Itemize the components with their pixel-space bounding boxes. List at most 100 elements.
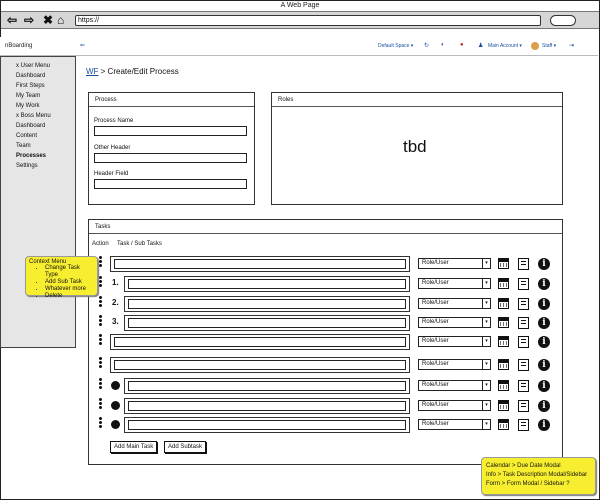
form-icon[interactable]	[518, 400, 529, 412]
sidebar-item[interactable]: Team	[16, 143, 31, 149]
role-user-select[interactable]: Role/User ▾	[418, 278, 491, 289]
task-name-input[interactable]	[114, 259, 406, 269]
legend-line: Info > Task Description Modal/Sidebar	[486, 472, 588, 478]
account-selector[interactable]: Main Account ▾	[488, 43, 522, 49]
info-icon[interactable]: i	[538, 278, 550, 290]
column-header-tasks: Task / Sub Tasks	[117, 241, 162, 247]
sidebar-item[interactable]: Content	[16, 133, 37, 139]
form-icon[interactable]	[518, 298, 529, 310]
menu-toggle-icon[interactable]: ⇐	[80, 42, 85, 49]
drag-handle-icon[interactable]	[99, 357, 103, 369]
account-icon[interactable]: ♟	[478, 42, 483, 49]
role-user-select[interactable]: Role/User ▾	[418, 317, 491, 328]
context-menu-item: Delete	[45, 293, 94, 300]
drag-handle-icon[interactable]	[99, 378, 103, 390]
add-main-task-button[interactable]: Add Main Task	[110, 441, 158, 453]
chevron-down-icon: ▾	[482, 299, 490, 308]
role-user-select[interactable]: Role/User ▾	[418, 380, 491, 391]
form-icon[interactable]	[518, 419, 529, 431]
sidebar-item[interactable]: My Work	[16, 103, 40, 109]
role-user-select[interactable]: Role/User ▾	[418, 258, 491, 269]
calendar-icon[interactable]	[498, 336, 509, 347]
task-name-input[interactable]	[128, 381, 406, 391]
form-icon[interactable]	[518, 258, 529, 270]
calendar-icon[interactable]	[498, 278, 509, 289]
drag-handle-icon[interactable]	[99, 334, 103, 346]
home-icon[interactable]: ⌂	[57, 13, 64, 27]
notification-icon[interactable]: ●	[460, 42, 464, 48]
sidebar-item[interactable]: Processes	[16, 153, 46, 159]
role-user-select-value: Role/User	[422, 382, 449, 388]
header-field-input[interactable]	[94, 179, 247, 189]
task-name-input[interactable]	[128, 279, 406, 289]
task-name-input[interactable]	[114, 337, 406, 347]
form-icon[interactable]	[518, 317, 529, 329]
sidebar-item[interactable]: Dashboard	[16, 73, 45, 79]
bullet-icon	[111, 381, 120, 390]
add-subtask-button[interactable]: Add Subtask	[164, 441, 207, 453]
form-icon[interactable]	[518, 336, 529, 348]
drag-handle-icon[interactable]	[99, 398, 103, 410]
task-number: 1.	[112, 278, 119, 287]
drag-handle-icon[interactable]	[99, 417, 103, 429]
calendar-icon[interactable]	[498, 380, 509, 391]
info-icon[interactable]: i	[538, 258, 550, 270]
task-name-input[interactable]	[128, 318, 406, 328]
sidebar-item[interactable]: Settings	[16, 163, 38, 169]
info-icon[interactable]: i	[538, 359, 550, 371]
calendar-icon[interactable]	[498, 317, 509, 328]
sidebar-item[interactable]: x Boss Menu	[16, 113, 51, 119]
space-selector[interactable]: Default Space ▾	[378, 43, 413, 49]
drag-handle-icon[interactable]	[99, 315, 103, 327]
calendar-icon[interactable]	[498, 359, 509, 370]
form-icon[interactable]	[518, 278, 529, 290]
process-panel-header: Process	[89, 93, 254, 107]
close-icon[interactable]: ✖	[43, 13, 53, 27]
info-icon[interactable]: i	[538, 336, 550, 348]
task-number: 2.	[112, 298, 119, 307]
info-icon[interactable]: i	[538, 400, 550, 412]
task-name-input[interactable]	[128, 420, 406, 430]
role-user-select[interactable]: Role/User ▾	[418, 298, 491, 309]
context-menu-note: Context Menu Change Task Type Add Sub Ta…	[25, 256, 98, 299]
sidebar-item[interactable]: My Team	[16, 93, 40, 99]
role-user-select[interactable]: Role/User ▾	[418, 400, 491, 411]
breadcrumb-link-wf[interactable]: WF	[86, 67, 98, 76]
role-user-select[interactable]: Role/User ▾	[418, 359, 491, 370]
process-name-field[interactable]	[94, 126, 247, 136]
task-name-input[interactable]	[128, 401, 406, 411]
info-icon[interactable]: i	[538, 298, 550, 310]
user-menu[interactable]: Staff ▾	[542, 43, 556, 49]
sidebar-item[interactable]: First Steps	[16, 83, 45, 89]
calendar-icon[interactable]	[498, 298, 509, 309]
form-icon[interactable]	[518, 380, 529, 392]
info-icon[interactable]: i	[538, 317, 550, 329]
role-user-select[interactable]: Role/User ▾	[418, 336, 491, 347]
forward-arrow-icon[interactable]: ⇨	[24, 13, 34, 27]
calendar-icon[interactable]	[498, 400, 509, 411]
back-arrow-icon[interactable]: ⇦	[7, 13, 17, 27]
info-icon[interactable]: i	[538, 380, 550, 392]
calendar-icon[interactable]	[498, 258, 509, 269]
task-name-input[interactable]	[114, 360, 406, 370]
refresh-icon[interactable]: ↻	[424, 42, 429, 49]
drag-handle-icon[interactable]	[99, 256, 103, 268]
other-header-field[interactable]	[94, 153, 247, 163]
role-user-select[interactable]: Role/User ▾	[418, 419, 491, 430]
url-input[interactable]: https://	[75, 15, 541, 26]
form-icon[interactable]	[518, 359, 529, 371]
sidebar-item[interactable]: x User Menu	[16, 63, 50, 69]
task-name-input[interactable]	[128, 299, 406, 309]
calendar-icon[interactable]	[498, 419, 509, 430]
info-icon[interactable]: i	[538, 419, 550, 431]
browser-toolbar: ⇦ ⇨ ✖ ⌂ https://	[1, 11, 599, 29]
sidebar-item[interactable]: Dashboard	[16, 123, 45, 129]
page-title-text: > Create/Edit Process	[98, 67, 179, 76]
role-user-select-value: Role/User	[422, 280, 449, 286]
drag-handle-icon[interactable]	[99, 296, 103, 308]
browser-search-field[interactable]	[550, 15, 576, 26]
help-icon[interactable]: ◐	[441, 42, 445, 48]
logout-icon[interactable]: ⇥	[569, 42, 574, 49]
avatar[interactable]	[531, 42, 539, 50]
drag-handle-icon[interactable]	[99, 276, 103, 288]
